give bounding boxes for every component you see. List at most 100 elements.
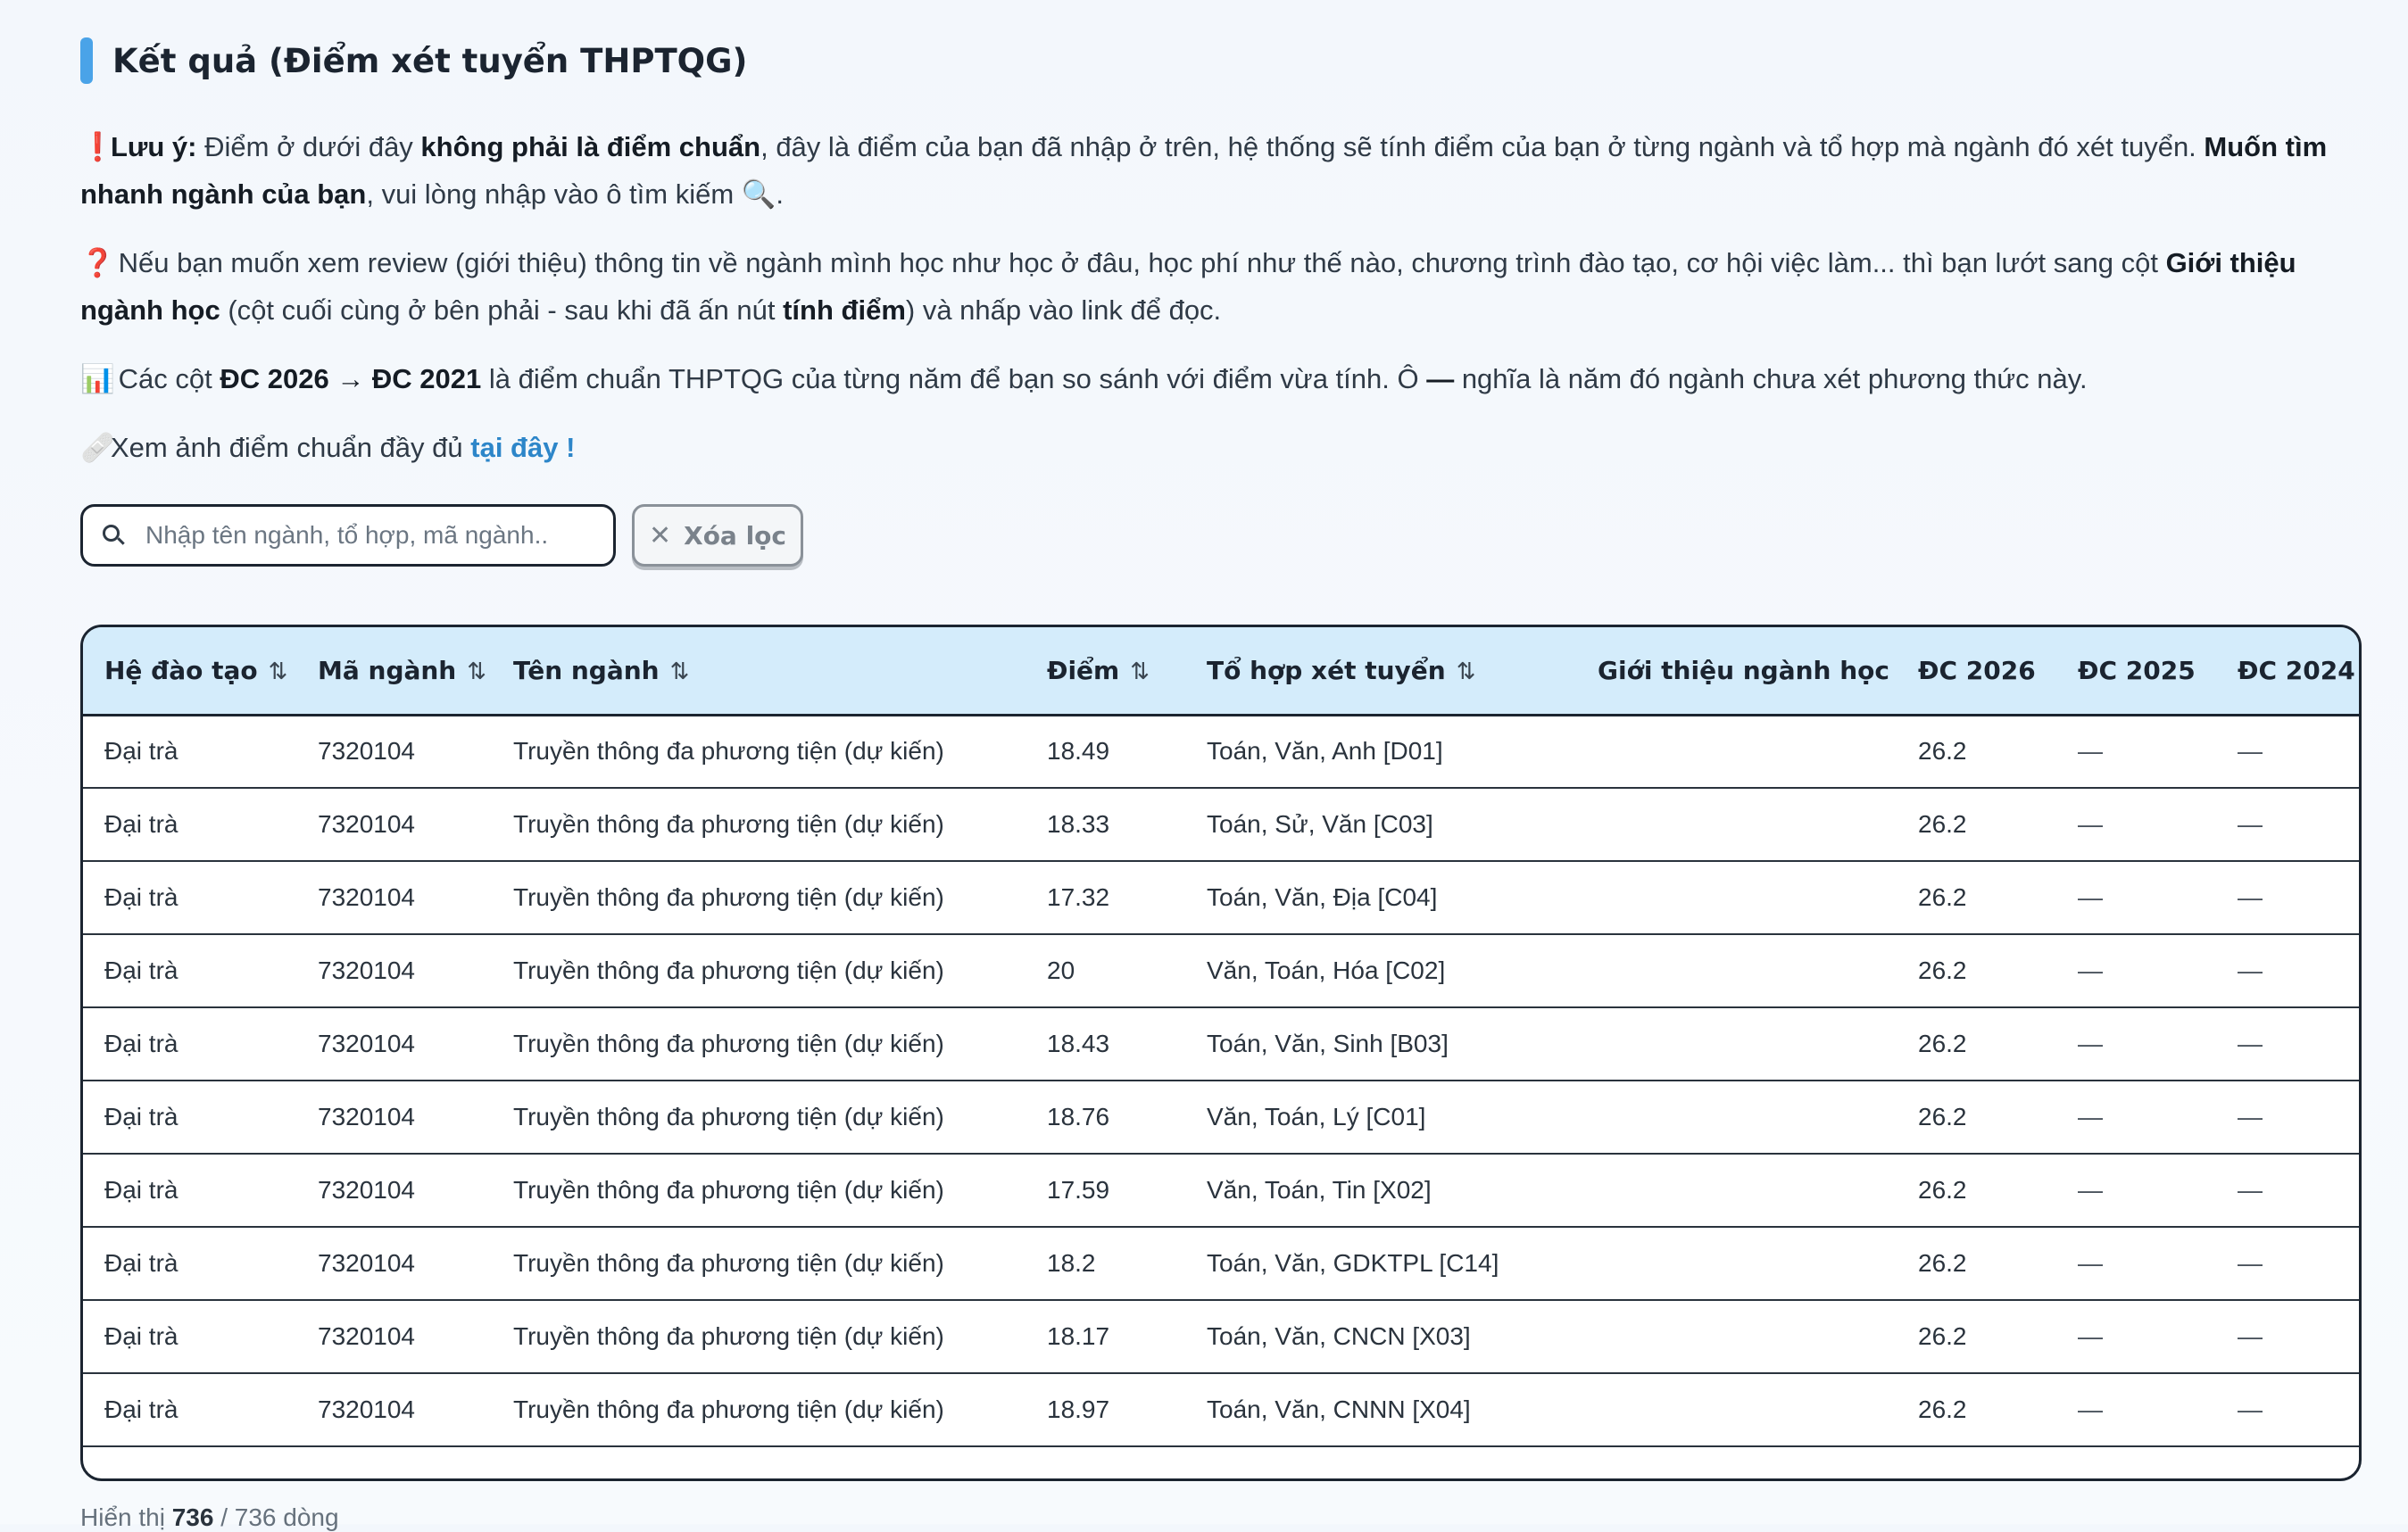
table-row: Đại trà 7320104 Truyền thông đa phương tiệ… [83, 715, 2359, 789]
cell-diem: 18.76 [1025, 1081, 1185, 1155]
cell-diem: 20 [1025, 934, 1185, 1008]
cell-dc2025: — [2056, 861, 2216, 935]
cell-tohop: Toán, Văn, Địa [C04] [1185, 861, 1576, 935]
results-section: Kết quả (Điểm xét tuyển THPTQG) ❗Lưu ý: … [80, 36, 2365, 1531]
clear-filter-button[interactable]: ✕ Xóa lọc [632, 504, 803, 567]
cell-dc2026: 26.2 [1897, 1227, 2056, 1301]
table-row: Đại trà 7320104 Truyền thông đa phương tiệ… [83, 1373, 2359, 1447]
cell-ma: 7320104 [296, 788, 492, 862]
cell-he: Đại trà [83, 1227, 296, 1301]
cell-gioithieu [1576, 1007, 1897, 1081]
results-table-container[interactable]: Hệ đào tạo ⇅ Mã ngành ⇅ Tên ngành ⇅ Điểm ⇅ T… [80, 625, 2362, 1481]
title-accent-bar [80, 37, 93, 84]
cell-dc2024: — [2216, 861, 2359, 935]
cell-dc2024: — [2216, 1227, 2359, 1301]
cell-he: Đại trà [83, 1300, 296, 1374]
header-ma-nganh[interactable]: Mã ngành ⇅ [296, 627, 492, 716]
cell-diem: 18.97 [1025, 1373, 1185, 1447]
cell-tohop: Toán, Văn, GDKTPL [C14] [1185, 1227, 1576, 1301]
cell-gioithieu [1576, 1154, 1897, 1228]
cell-ten: Truyền thông đa phương tiện (dự kiến) [492, 1373, 1025, 1447]
page-title: Kết quả (Điểm xét tuyển THPTQG) [112, 41, 748, 80]
cell-ten: Truyền thông đa phương tiện (dự kiến) [492, 1300, 1025, 1374]
cell-dc2024: — [2216, 1154, 2359, 1228]
cell-dc2026: 26.2 [1897, 861, 2056, 935]
cell-ten: Truyền thông đa phương tiện (dự kiến) [492, 715, 1025, 789]
cell-dc2026: 26.2 [1897, 715, 2056, 789]
cell-dc2026: 26.2 [1897, 788, 2056, 862]
cell-ten: Truyền thông đa phương tiện (dự kiến) [492, 1227, 1025, 1301]
table-row: Đại trà 7320104 Truyền thông đa phương tiệ… [83, 861, 2359, 935]
cell-diem: 18.33 [1025, 788, 1185, 862]
cell-gioithieu [1576, 934, 1897, 1008]
cell-gioithieu [1576, 1373, 1897, 1447]
cell-dc2025: — [2056, 1227, 2216, 1301]
header-dc-2025: ĐC 2025 [2056, 627, 2216, 716]
cell-dc2024: — [2216, 934, 2359, 1008]
table-row: Đại trà 7320104 Truyền thông đa phương tiệ… [83, 788, 2359, 862]
table-row: Đại trà 7320104 Truyền thông đa phương tiệ… [83, 1081, 2359, 1155]
cell-he: Đại trà [83, 1007, 296, 1081]
cell-tohop: Toán, Văn, Anh [D01] [1185, 715, 1576, 789]
cell-dc2026: 26.2 [1897, 1373, 2056, 1447]
sort-icon[interactable]: ⇅ [1457, 658, 1476, 685]
cell-ma: 7320104 [296, 1154, 492, 1228]
cell-dc2026: 26.2 [1897, 1154, 2056, 1228]
cell-diem: 18.2 [1025, 1227, 1185, 1301]
cell-he: Đại trà [83, 861, 296, 935]
header-diem[interactable]: Điểm ⇅ [1025, 627, 1185, 716]
cell-ma: 7320104 [296, 1227, 492, 1301]
cell-he: Đại trà [83, 715, 296, 789]
sort-icon[interactable]: ⇅ [269, 658, 288, 685]
cell-dc2024: — [2216, 788, 2359, 862]
sort-icon[interactable]: ⇅ [670, 658, 690, 685]
exclamation-icon: ❗ [80, 131, 115, 162]
header-gioi-thieu: Giới thiệu ngành học [1576, 627, 1897, 716]
cell-ma: 7320104 [296, 934, 492, 1008]
cell-dc2025: — [2056, 1154, 2216, 1228]
note-columns: 📊 Các cột ĐC 2026 → ĐC 2021 là điểm chuẩ… [80, 355, 2365, 402]
cell-ten: Truyền thông đa phương tiện (dự kiến) [492, 861, 1025, 935]
cell-tohop: Văn, Toán, Lý [C01] [1185, 1081, 1576, 1155]
cell-dc2024: — [2216, 1007, 2359, 1081]
table-row: Đại trà 7320104 Truyền thông đa phương tiệ… [83, 1007, 2359, 1081]
cell-dc2025: — [2056, 715, 2216, 789]
cell-dc2026: 26.2 [1897, 934, 2056, 1008]
cell-he: Đại trà [83, 1373, 296, 1447]
cell-ma: 7320104 [296, 861, 492, 935]
question-icon: ❓ [80, 247, 115, 278]
cell-tohop: Toán, Văn, CNCN [X03] [1185, 1300, 1576, 1374]
row-count: Hiển thị 736 / 736 dòng [80, 1503, 339, 1531]
table-header-row: Hệ đào tạo ⇅ Mã ngành ⇅ Tên ngành ⇅ Điểm ⇅ T… [83, 627, 2359, 716]
sort-icon[interactable]: ⇅ [467, 658, 486, 685]
sort-icon[interactable]: ⇅ [1130, 658, 1150, 685]
cell-he: Đại trà [83, 1154, 296, 1228]
cell-he: Đại trà [83, 1081, 296, 1155]
search-input[interactable] [144, 520, 594, 551]
cell-tohop: Toán, Văn, CNNN [X04] [1185, 1373, 1576, 1447]
cell-dc2025: — [2056, 1373, 2216, 1447]
cell-dc2025: — [2056, 788, 2216, 862]
cell-ten: Truyền thông đa phương tiện (dự kiến) [492, 1154, 1025, 1228]
note-label: Lưu ý: [111, 131, 197, 162]
header-to-hop[interactable]: Tổ hợp xét tuyển ⇅ [1185, 627, 1576, 716]
cell-tohop: Toán, Văn, Sinh [B03] [1185, 1007, 1576, 1081]
cell-gioithieu [1576, 788, 1897, 862]
cell-diem: 18.17 [1025, 1300, 1185, 1374]
close-icon: ✕ [648, 519, 672, 551]
search-box[interactable] [80, 504, 616, 567]
cell-ten: Truyền thông đa phương tiện (dự kiến) [492, 788, 1025, 862]
cell-dc2026: 26.2 [1897, 1007, 2056, 1081]
cell-gioithieu [1576, 1300, 1897, 1374]
cell-gioithieu [1576, 715, 1897, 789]
header-ten-nganh[interactable]: Tên ngành ⇅ [492, 627, 1025, 716]
cell-he: Đại trà [83, 788, 296, 862]
cell-gioithieu [1576, 1081, 1897, 1155]
cell-dc2024: — [2216, 715, 2359, 789]
header-dc-2026: ĐC 2026 [1897, 627, 2056, 716]
note-review: ❓ Nếu bạn muốn xem review (giới thiệu) t… [80, 239, 2365, 334]
table-row: Đại trà 7320104 Truyền thông đa phương tiệ… [83, 1300, 2359, 1374]
header-he-dao-tao[interactable]: Hệ đào tạo ⇅ [83, 627, 296, 716]
view-image-link[interactable]: tại đây ! [470, 432, 575, 463]
clear-filter-label: Xóa lọc [684, 520, 787, 551]
